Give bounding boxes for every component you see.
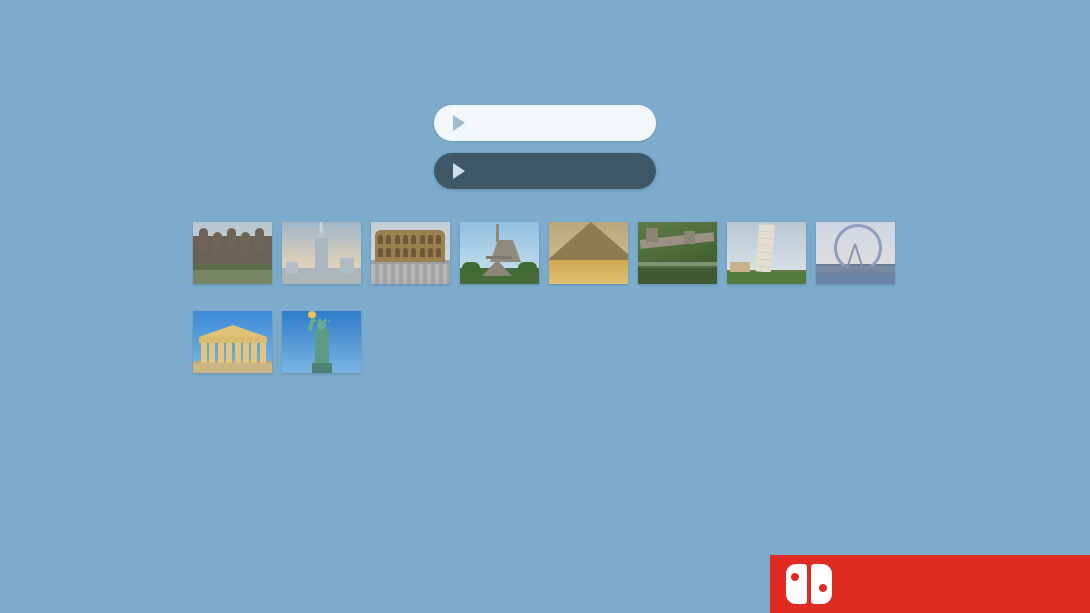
card-artwork bbox=[282, 311, 361, 373]
card-preview[interactable] bbox=[816, 222, 895, 284]
card-preview[interactable] bbox=[727, 222, 806, 284]
card-artwork bbox=[371, 222, 450, 284]
play-triangle-icon bbox=[453, 115, 465, 131]
card-preview[interactable] bbox=[460, 222, 539, 284]
card-preview[interactable] bbox=[193, 222, 272, 284]
continue-button[interactable] bbox=[434, 105, 656, 141]
card-preview[interactable] bbox=[282, 311, 361, 373]
card-artwork bbox=[816, 222, 895, 284]
game-set-selection-screen bbox=[0, 0, 1090, 613]
nintendo-switch-joycon-icon bbox=[786, 564, 832, 604]
card-preview[interactable] bbox=[282, 222, 361, 284]
card-artwork bbox=[549, 222, 628, 284]
card-artwork bbox=[727, 222, 806, 284]
card-artwork bbox=[282, 222, 361, 284]
card-preview[interactable] bbox=[371, 222, 450, 284]
new-game-button[interactable] bbox=[434, 153, 656, 189]
card-artwork bbox=[193, 222, 272, 284]
play-triangle-icon bbox=[453, 163, 465, 179]
card-artwork bbox=[460, 222, 539, 284]
card-preview[interactable] bbox=[549, 222, 628, 284]
card-preview[interactable] bbox=[193, 311, 272, 373]
card-preview-grid bbox=[193, 222, 899, 373]
card-preview[interactable] bbox=[638, 222, 717, 284]
card-artwork bbox=[193, 311, 272, 373]
site-watermark bbox=[770, 555, 1090, 613]
card-artwork bbox=[638, 222, 717, 284]
